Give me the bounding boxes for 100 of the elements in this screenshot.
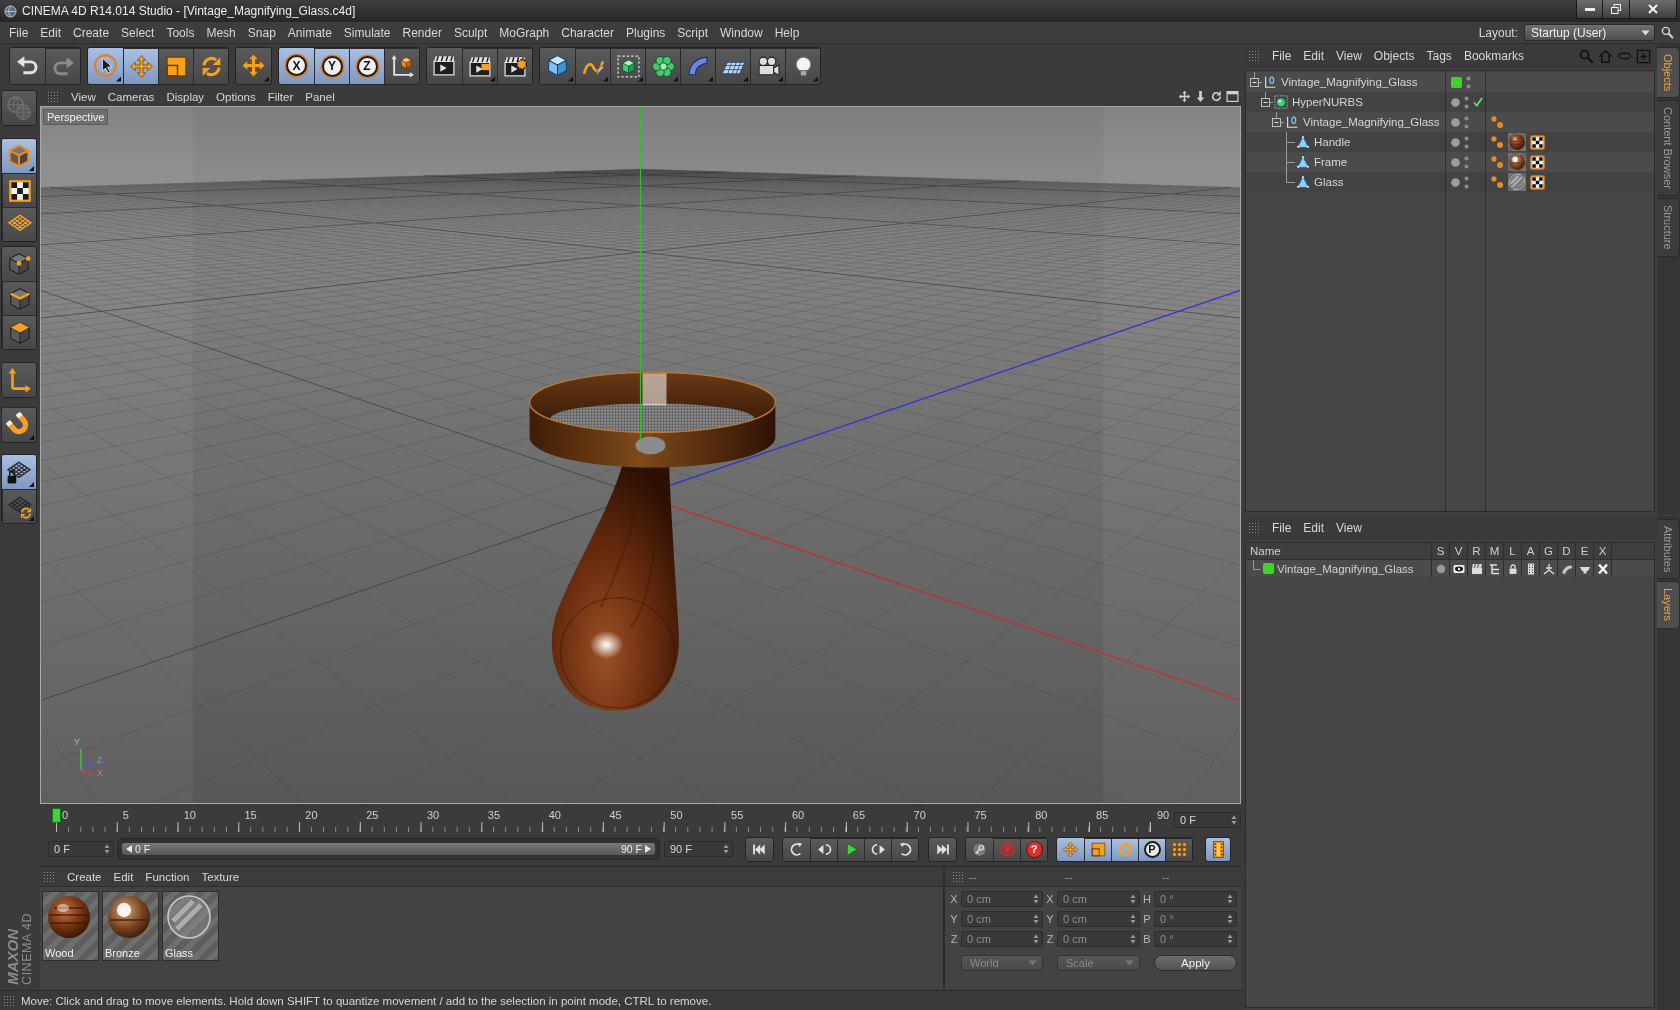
menu-item[interactable]: Tags [1420,49,1458,63]
close-button[interactable] [1630,0,1677,19]
layer-row[interactable]: Vintage_Magnifying_Glass [1246,560,1654,577]
texture-mode-button[interactable] [2,173,36,207]
visibility-dots-icon[interactable] [1464,135,1469,149]
collapse-box-icon[interactable] [1272,112,1284,127]
menu-item[interactable]: Cameras [101,90,161,103]
rotate-tool-button[interactable] [193,47,228,84]
menu-item[interactable]: Filter [261,90,300,103]
menu-item[interactable]: Edit [1297,521,1331,535]
menu-item[interactable]: Create [61,870,108,883]
side-tab[interactable]: Structure [1657,198,1680,257]
object-name[interactable]: HyperNURBS [1292,96,1363,108]
preview-range-slider[interactable]: 0 F 90 F [122,843,655,855]
axis-lock-button[interactable]: Y [314,47,349,84]
layout-dropdown[interactable]: Startup (User) [1524,24,1655,41]
column-header[interactable]: V [1454,545,1463,557]
add-cube-button[interactable] [540,47,575,84]
add-subdivision-button[interactable] [610,47,645,84]
playhead-marker[interactable] [52,808,61,823]
undo-button[interactable] [10,47,45,84]
layer-dot-icon[interactable] [1451,117,1460,127]
x-mark-icon[interactable] [1596,562,1609,575]
object-name[interactable]: Vintage_Magnifying_Glass [1281,76,1418,88]
coordinate-field[interactable]: 0 cm [1057,911,1140,927]
column-header[interactable]: L [1509,545,1516,557]
edges-mode-button[interactable] [2,281,36,315]
add-camera-button[interactable] [750,47,785,84]
circular-arrow-icon[interactable] [1210,90,1223,103]
render-settings-button[interactable] [497,47,532,84]
menu-item[interactable]: Edit [34,25,68,40]
add-light-button[interactable] [785,47,820,84]
move-tool-button[interactable] [123,47,158,84]
material-swatch-button[interactable]: Glass [162,891,219,961]
layer-color-swatch[interactable] [1451,76,1462,88]
autokeying-button[interactable] [966,837,993,861]
start-frame-field[interactable]: 0 F [48,841,114,857]
timeline-button[interactable] [1205,836,1231,862]
coordinate-field[interactable]: 0 ° [1154,911,1237,927]
range-track[interactable]: 0 F 90 F [117,838,660,860]
side-tab[interactable]: Objects [1657,47,1680,99]
render-view-button[interactable] [427,47,462,84]
layer-dot-icon[interactable] [1451,177,1460,187]
object-name[interactable]: Vintage_Magnifying_Glass [1303,116,1440,128]
window-icon[interactable] [1226,90,1239,103]
previous-key-button[interactable] [783,837,810,861]
menu-item[interactable]: Help [768,25,806,40]
apply-button[interactable]: Apply [1154,955,1237,971]
key-position-button[interactable] [1057,837,1084,861]
menu-item[interactable]: Tools [160,25,201,40]
layer-dot-icon[interactable] [1451,97,1460,107]
menu-item[interactable]: View [65,90,102,103]
menu-item[interactable]: Objects [1367,49,1421,63]
workplane-align-button[interactable] [2,489,36,523]
object-row[interactable]: Vintage_Magnifying_Glass [1246,72,1654,92]
menu-item[interactable]: Function [139,870,196,883]
key-points-button[interactable] [1165,837,1192,861]
menu-item[interactable]: Display [160,90,211,103]
end-frame-field[interactable]: 90 F [664,841,733,857]
menu-item[interactable]: Select [115,25,161,40]
menu-item[interactable]: Snap [241,25,282,40]
check-icon[interactable] [1473,97,1483,107]
menu-item[interactable]: Animate [281,25,338,40]
coordinate-field[interactable]: 0 ° [1154,931,1237,947]
dot-icon[interactable] [1434,562,1447,575]
menu-item[interactable]: Window [714,25,769,40]
bent-sheet-icon[interactable] [1560,562,1573,575]
menu-item[interactable]: Plugins [619,25,672,40]
visibility-dots-icon[interactable] [1466,75,1471,89]
column-header[interactable]: A [1526,545,1535,557]
layer-dot-icon[interactable] [1451,137,1460,147]
model-mode-button[interactable] [2,139,36,173]
layer-dot-icon[interactable] [1451,157,1460,167]
object-row[interactable]: Vintage_Magnifying_Glass [1246,112,1654,132]
add-deformer-button[interactable] [680,47,715,84]
snap-button[interactable] [1,407,37,443]
go-to-start-button[interactable] [745,836,774,862]
column-header[interactable]: M [1489,545,1500,557]
coordinate-field[interactable]: 0 cm [961,931,1043,947]
menu-item[interactable]: View [1330,49,1368,63]
hierarchy-icon[interactable] [1488,562,1501,575]
axis-lock-button[interactable]: X [279,47,314,84]
menu-item[interactable]: Edit [1297,49,1331,63]
visibility-dots-icon[interactable] [1464,175,1469,189]
menu-item[interactable]: Script [671,25,714,40]
menu-item[interactable]: File [1266,49,1298,63]
axis-mode-button[interactable] [1,362,37,398]
clapperboard-icon[interactable] [1470,562,1483,575]
menu-item[interactable]: Simulate [337,25,397,40]
menu-item[interactable]: File [1266,521,1298,535]
side-tab[interactable]: Content Browser [1657,100,1680,197]
coordinate-field[interactable]: 0 cm [961,911,1043,927]
collapse-box-icon[interactable] [1250,72,1262,87]
tripod-icon[interactable] [1542,562,1555,575]
collapse-box-icon[interactable] [1261,92,1273,107]
workplane-mode-button[interactable] [2,207,36,241]
record-button[interactable] [993,837,1020,861]
coordinate-system-button[interactable] [384,47,419,84]
visibility-dots-icon[interactable] [1464,115,1469,129]
menu-item[interactable]: MoGraph [493,25,556,40]
